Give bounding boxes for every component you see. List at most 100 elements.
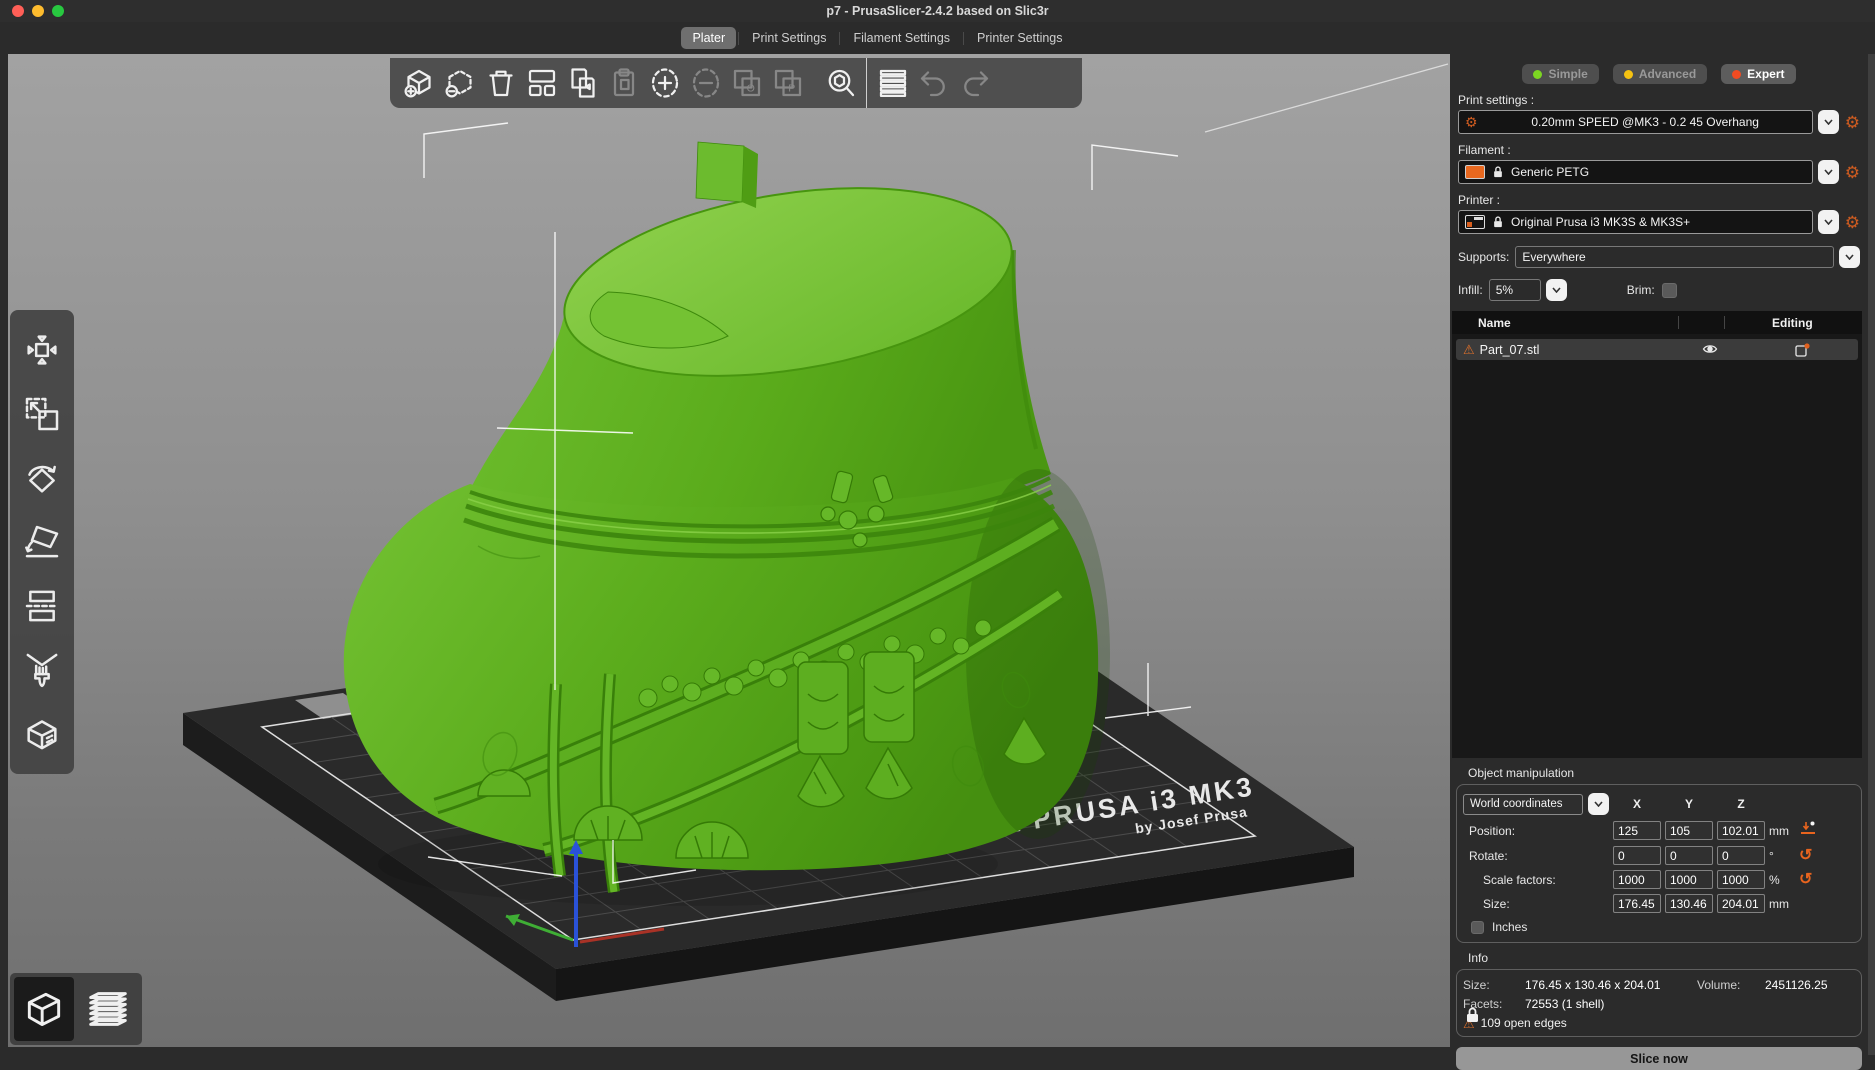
- window-controls: [12, 5, 64, 17]
- coordinates-combo[interactable]: World coordinates: [1463, 794, 1583, 815]
- print-settings-combo[interactable]: ⚙ 0.20mm SPEED @MK3 - 0.2 45 Overhang: [1458, 110, 1813, 134]
- rotate-z-field[interactable]: [1717, 846, 1765, 865]
- brim-checkbox[interactable]: [1662, 283, 1677, 298]
- title-bar: p7 - PrusaSlicer-2.4.2 based on Slic3r: [0, 0, 1875, 22]
- split-to-objects-icon: O: [726, 62, 767, 104]
- sidebar: Simple Advanced Expert Print settings : …: [1450, 54, 1868, 1055]
- print-settings-dropdown-button[interactable]: [1818, 110, 1839, 134]
- infill-dropdown-button[interactable]: [1546, 279, 1567, 301]
- mode-simple-label: Simple: [1548, 67, 1587, 81]
- object-name: Part_07.stl: [1480, 343, 1540, 357]
- position-unit: mm: [1769, 824, 1795, 838]
- scale-x-field[interactable]: [1613, 870, 1661, 889]
- variable-layer-height-icon[interactable]: [872, 62, 913, 104]
- arrange-icon[interactable]: [521, 62, 562, 104]
- object-list-header: Name Editing: [1452, 311, 1862, 334]
- zoom-window-icon[interactable]: [52, 5, 64, 17]
- add-instance-icon[interactable]: [644, 62, 685, 104]
- object-manipulation-title: Object manipulation: [1468, 766, 1868, 780]
- redo-icon: [954, 62, 995, 104]
- model-part-07[interactable]: [344, 142, 1110, 892]
- rotate-icon[interactable]: [14, 446, 70, 510]
- reset-rotation-icon[interactable]: ↺: [1799, 848, 1819, 864]
- move-icon[interactable]: [14, 318, 70, 382]
- filament-label: Filament :: [1458, 143, 1860, 157]
- mode-advanced-button[interactable]: Advanced: [1613, 64, 1707, 84]
- close-window-icon[interactable]: [12, 5, 24, 17]
- copy-icon[interactable]: [562, 62, 603, 104]
- delete-all-icon[interactable]: [480, 62, 521, 104]
- size-y-field[interactable]: [1665, 894, 1713, 913]
- supports-dropdown-button[interactable]: [1839, 246, 1860, 268]
- undo-icon: [913, 62, 954, 104]
- scale-icon[interactable]: [14, 382, 70, 446]
- slice-now-button[interactable]: Slice now: [1456, 1047, 1862, 1070]
- object-manipulation-panel: World coordinates X Y Z Position: mm Rot…: [1456, 784, 1862, 943]
- printer-gear-icon[interactable]: ⚙: [1845, 214, 1860, 231]
- printer-dropdown-button[interactable]: [1818, 210, 1839, 234]
- inches-label: Inches: [1492, 920, 1527, 934]
- eye-icon[interactable]: [1702, 342, 1718, 359]
- info-size-value: 176.45 x 130.46 x 204.01: [1525, 978, 1693, 992]
- filament-gear-icon[interactable]: ⚙: [1845, 164, 1860, 181]
- size-unit: mm: [1769, 897, 1795, 911]
- tab-divider: [963, 32, 964, 45]
- place-on-face-icon[interactable]: [14, 510, 70, 574]
- drop-to-bed-icon[interactable]: [1799, 820, 1819, 841]
- simple-dot-icon: [1533, 70, 1542, 79]
- info-panel: Size: 176.45 x 130.46 x 204.01 Volume: 2…: [1456, 969, 1862, 1037]
- mode-expert-label: Expert: [1747, 67, 1784, 81]
- position-label: Position:: [1463, 824, 1609, 838]
- search-icon[interactable]: [820, 62, 861, 104]
- object-list: Name Editing ⚠ Part_07.stl: [1452, 311, 1862, 758]
- preview-view-icon[interactable]: [78, 977, 138, 1041]
- column-editing: Editing: [1772, 316, 1813, 330]
- filament-combo[interactable]: Generic PETG: [1458, 160, 1813, 184]
- coordinates-dropdown-button[interactable]: [1588, 793, 1609, 815]
- position-x-field[interactable]: [1613, 821, 1661, 840]
- 3d-viewport[interactable]: ORIGINAL PRUSA i3 MK3 by Josef Prusa: [8, 54, 1450, 1047]
- minimize-window-icon[interactable]: [32, 5, 44, 17]
- add-icon[interactable]: [398, 62, 439, 104]
- reset-scale-icon[interactable]: ↺: [1799, 872, 1819, 888]
- tab-filament-settings[interactable]: Filament Settings: [842, 27, 961, 49]
- size-z-field[interactable]: [1717, 894, 1765, 913]
- edit-object-icon[interactable]: [1794, 342, 1811, 360]
- supports-combo[interactable]: Everywhere: [1515, 246, 1834, 268]
- svg-text:P: P: [788, 82, 795, 94]
- object-row-part07[interactable]: ⚠ Part_07.stl: [1456, 339, 1858, 360]
- scale-z-field[interactable]: [1717, 870, 1765, 889]
- brim-label: Brim:: [1627, 283, 1655, 297]
- infill-value: 5%: [1496, 283, 1534, 297]
- paint-on-supports-icon[interactable]: [14, 638, 70, 702]
- 3d-editor-view-icon[interactable]: [14, 977, 74, 1041]
- uniform-scale-lock-icon[interactable]: [1465, 1006, 1480, 1029]
- tab-print-settings[interactable]: Print Settings: [741, 27, 837, 49]
- position-y-field[interactable]: [1665, 821, 1713, 840]
- tab-plater[interactable]: Plater: [681, 27, 736, 49]
- size-x-field[interactable]: [1613, 894, 1661, 913]
- rotate-x-field[interactable]: [1613, 846, 1661, 865]
- expert-dot-icon: [1732, 70, 1741, 79]
- tab-divider: [738, 32, 739, 45]
- split-to-parts-icon: P: [767, 62, 808, 104]
- scale-y-field[interactable]: [1665, 870, 1713, 889]
- size-label: Size:: [1463, 897, 1609, 911]
- printer-label: Printer :: [1458, 193, 1860, 207]
- axis-x-header: X: [1613, 797, 1661, 811]
- inches-checkbox[interactable]: [1471, 921, 1484, 934]
- print-settings-gear-icon[interactable]: ⚙: [1845, 114, 1860, 131]
- info-size-label: Size:: [1463, 978, 1521, 992]
- tab-bar: Plater Print Settings Filament Settings …: [0, 22, 1875, 54]
- rotate-y-field[interactable]: [1665, 846, 1713, 865]
- delete-icon[interactable]: [439, 62, 480, 104]
- printer-combo[interactable]: Original Prusa i3 MK3S & MK3S+: [1458, 210, 1813, 234]
- cut-icon[interactable]: [14, 574, 70, 638]
- position-z-field[interactable]: [1717, 821, 1765, 840]
- mode-simple-button[interactable]: Simple: [1522, 64, 1598, 84]
- filament-dropdown-button[interactable]: [1818, 160, 1839, 184]
- infill-combo[interactable]: 5%: [1489, 279, 1541, 301]
- seam-icon[interactable]: [14, 702, 70, 766]
- tab-printer-settings[interactable]: Printer Settings: [966, 27, 1073, 49]
- mode-expert-button[interactable]: Expert: [1721, 64, 1795, 84]
